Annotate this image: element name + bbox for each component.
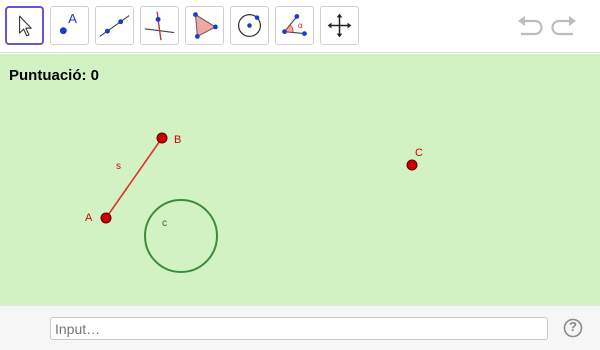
circle-center-point-icon bbox=[237, 13, 262, 38]
perpendicular-line-tool-button[interactable] bbox=[140, 6, 179, 45]
move-tool-button[interactable] bbox=[5, 6, 44, 45]
angle-icon: α bbox=[282, 14, 307, 36]
geometry-canvas[interactable]: s c A B C bbox=[0, 54, 600, 305]
undo-icon bbox=[518, 16, 543, 36]
angle-tool-button[interactable]: α bbox=[275, 6, 314, 45]
point-tool-letter: A bbox=[68, 11, 77, 26]
move-graphics-view-tool-button[interactable] bbox=[320, 6, 359, 45]
circle-c[interactable] bbox=[144, 199, 218, 273]
segment-label: s bbox=[116, 161, 121, 172]
algebra-input-field[interactable]: Input… bbox=[50, 317, 548, 340]
graphics-view[interactable]: s c A B C Puntuació: 0 bbox=[0, 54, 600, 305]
point-c-label: C bbox=[415, 147, 423, 159]
arrow-cursor-icon bbox=[19, 15, 32, 37]
line-through-points-icon bbox=[99, 15, 130, 37]
segment-s[interactable] bbox=[105, 137, 163, 219]
angle-tool-letter: α bbox=[298, 21, 303, 30]
point-b[interactable] bbox=[156, 132, 168, 144]
undo-button[interactable] bbox=[514, 12, 544, 40]
circle-label: c bbox=[162, 218, 167, 229]
redo-button[interactable] bbox=[550, 12, 580, 40]
point-c[interactable] bbox=[406, 159, 418, 171]
move-arrows-icon bbox=[327, 13, 352, 38]
polygon-icon bbox=[193, 12, 218, 39]
line-tool-button[interactable] bbox=[95, 6, 134, 45]
perpendicular-line-icon bbox=[144, 11, 175, 41]
point-icon: A bbox=[59, 11, 77, 35]
point-b-label: B bbox=[174, 134, 181, 146]
help-button[interactable]: ? bbox=[563, 318, 583, 338]
redo-icon bbox=[551, 16, 576, 36]
input-bar: Input… ? bbox=[0, 305, 600, 350]
point-a[interactable] bbox=[100, 212, 112, 224]
score-label: Puntuació: 0 bbox=[9, 67, 100, 84]
help-label: ? bbox=[569, 319, 577, 334]
polygon-tool-button[interactable] bbox=[185, 6, 224, 45]
point-tool-button[interactable]: A bbox=[50, 6, 89, 45]
input-placeholder: Input… bbox=[55, 321, 101, 337]
toolbar: A α bbox=[0, 0, 600, 53]
circle-tool-button[interactable] bbox=[230, 6, 269, 45]
point-a-label: A bbox=[85, 212, 93, 224]
